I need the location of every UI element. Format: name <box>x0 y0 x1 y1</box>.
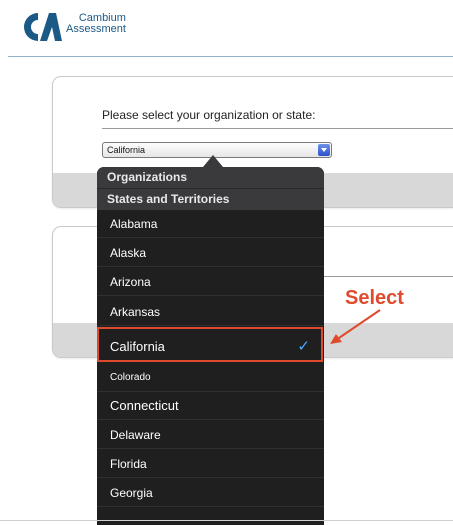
cambium-logo-icon <box>24 13 62 41</box>
brand-name: Cambium Assessment <box>66 13 126 35</box>
header: Cambium Assessment <box>0 0 453 56</box>
option-alabama[interactable]: Alabama <box>97 210 324 238</box>
option-florida[interactable]: Florida <box>97 450 324 478</box>
option-connecticut[interactable]: Connecticut <box>97 392 324 420</box>
chevron-down-icon[interactable] <box>318 144 330 156</box>
group-header-states: States and Territories <box>97 188 324 210</box>
option-label: Arkansas <box>110 305 161 319</box>
group-header-organizations: Organizations <box>97 167 324 188</box>
page-bottom-divider <box>0 520 453 521</box>
option-label: Alaska <box>110 246 147 260</box>
option-label: Arizona <box>110 275 151 289</box>
option-alaska[interactable]: Alaska <box>97 239 324 267</box>
selection-highlight-box <box>97 327 323 362</box>
option-label: Delaware <box>110 428 161 442</box>
header-divider <box>8 56 453 57</box>
option-colorado[interactable]: Colorado <box>97 364 324 392</box>
organization-prompt: Please select your organization or state… <box>102 108 316 122</box>
popover-arrow <box>203 155 223 167</box>
option-delaware[interactable]: Delaware <box>97 421 324 449</box>
option-label: Georgia <box>110 486 153 500</box>
option-label: Florida <box>110 457 147 471</box>
option-arizona[interactable]: Arizona <box>97 268 324 296</box>
option-arkansas[interactable]: Arkansas <box>97 298 324 326</box>
option-label: Alabama <box>110 217 158 231</box>
select-value: California <box>107 145 146 155</box>
option-georgia[interactable]: Georgia <box>97 479 324 507</box>
card-divider <box>102 128 453 129</box>
brand-line-2: Assessment <box>66 23 126 35</box>
annotation-arrow-icon <box>330 309 381 344</box>
option-label: Connecticut <box>110 398 179 413</box>
option-label: Colorado <box>110 372 151 383</box>
